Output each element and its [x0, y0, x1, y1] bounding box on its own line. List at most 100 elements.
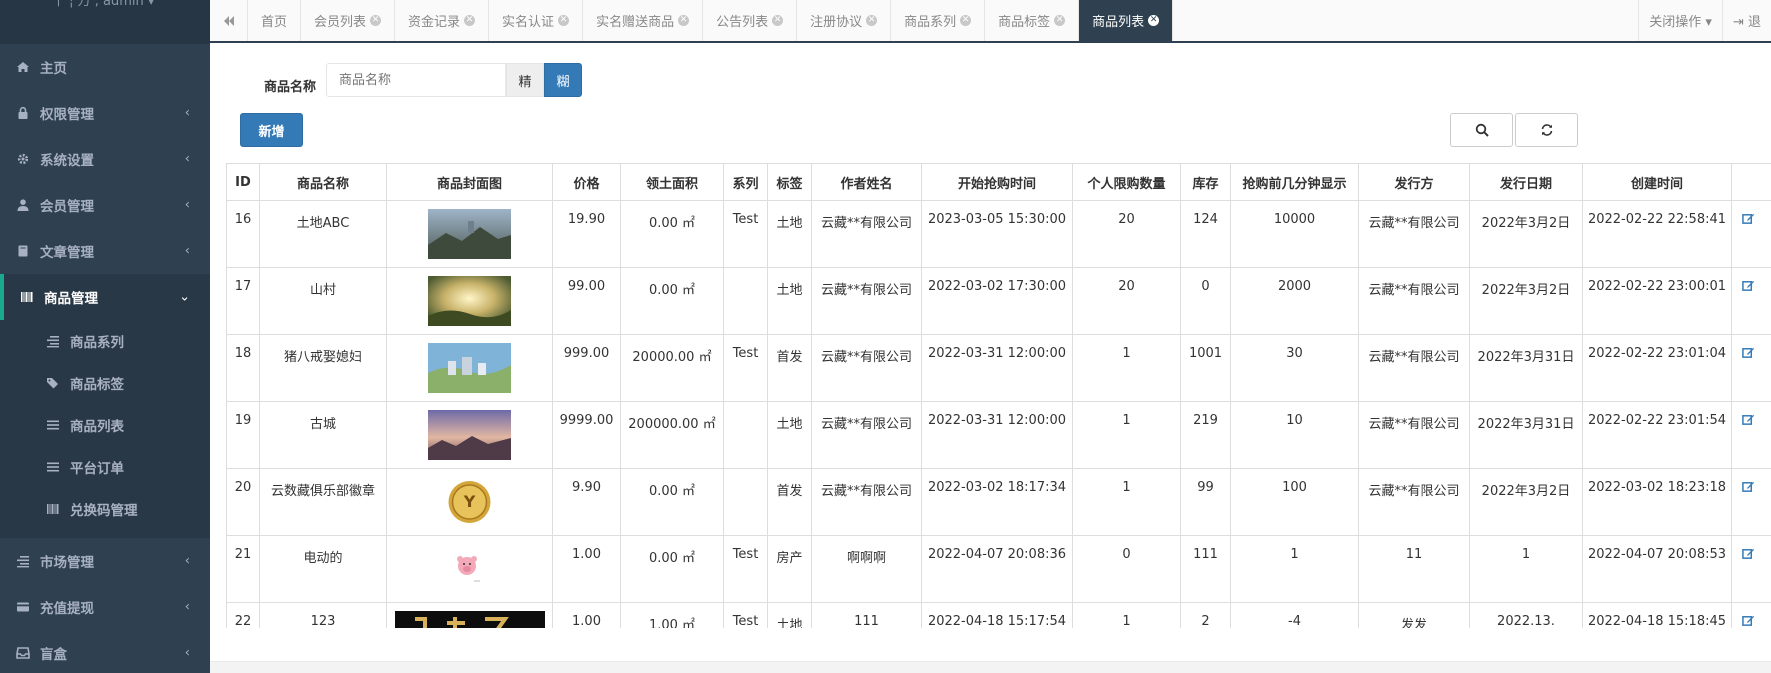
cell-tag: 土地 — [767, 267, 812, 335]
exact-match-button[interactable]: 精 — [506, 63, 545, 97]
table-row[interactable]: 20 云数藏俱乐部徽章 Y 9.90 0.00 ㎡首发 云藏**有限公司 2022-03-0… — [226, 468, 1771, 536]
city-thumb[interactable] — [428, 343, 511, 393]
edit-icon[interactable] — [1742, 481, 1755, 497]
table-row[interactable]: 17 山村 99.00 0.00 ㎡土地 云藏**有限公司 2022-03-02 17:3… — [226, 267, 1771, 335]
cell-limit: 1 — [1072, 401, 1181, 469]
tab-6[interactable]: 注册协议 ✕ — [797, 0, 892, 41]
sidebar-item-4[interactable]: 文章管理 ‹ — [0, 228, 210, 274]
cell-name: 山村 — [259, 267, 387, 335]
column-header[interactable]: ID — [226, 163, 260, 201]
cell-issue-date: 2022年3月2日 — [1469, 200, 1583, 268]
sidebar: 千 ¦ 万 , admin ▾ 主页 权限管理 ‹ 系统设置 ‹ 会员管理 ‹ … — [0, 0, 210, 673]
tab-8[interactable]: 商品标签 ✕ — [985, 0, 1080, 41]
landscape-thumb[interactable] — [428, 209, 511, 259]
column-header[interactable]: 领土面积 — [620, 163, 724, 201]
close-tab-icon[interactable]: ✕ — [960, 15, 972, 26]
tab-0[interactable]: 首页 — [248, 0, 302, 41]
cell-author: 云藏**有限公司 — [811, 200, 922, 268]
column-header[interactable]: 作者姓名 — [811, 163, 922, 201]
column-header[interactable]: 创建时间 — [1582, 163, 1732, 201]
close-tab-icon[interactable]: ✕ — [558, 15, 570, 26]
sidebar-item-1[interactable]: 权限管理 ‹ — [0, 90, 210, 136]
tab-7[interactable]: 商品系列 ✕ — [891, 0, 986, 41]
user-profile[interactable]: 千 ¦ 万 , admin ▾ — [0, 0, 210, 44]
footer-bar — [210, 661, 1771, 673]
sidebar-item-3[interactable]: 会员管理 ‹ — [0, 182, 210, 228]
close-tab-icon[interactable]: ✕ — [678, 15, 690, 26]
cell-start: 2022-03-31 12:00:00 — [921, 401, 1073, 469]
close-tab-icon[interactable]: ✕ — [464, 15, 476, 26]
edit-icon[interactable] — [1742, 615, 1755, 628]
search-button[interactable] — [1450, 113, 1513, 147]
column-header[interactable]: 操 — [1731, 163, 1771, 201]
close-tab-icon[interactable]: ✕ — [370, 15, 382, 26]
cell-area: 0.00 ㎡ — [620, 267, 724, 335]
table-row[interactable]: 16 土地ABC 19.90 0.00 ㎡ Test 土地 云藏**有限公司 2023-03-… — [226, 200, 1771, 268]
table-row[interactable]: 19 古城 9999.00 200000.00 ㎡土地 云藏**有限公司 2022-03-… — [226, 401, 1771, 469]
sidebar-bottom-item-2[interactable]: 盲盒 ‹ — [0, 630, 210, 673]
tab-1[interactable]: 会员列表 ✕ — [301, 0, 396, 41]
column-header[interactable]: 系列 — [723, 163, 768, 201]
cell-show-before: 2000 — [1230, 267, 1359, 335]
close-tab-icon[interactable]: ✕ — [772, 15, 784, 26]
sidebar-item-5[interactable]: 商品管理 ⌄ — [0, 274, 210, 320]
tab-4[interactable]: 实名赠送商品 ✕ — [583, 0, 704, 41]
close-tab-icon[interactable]: ✕ — [1054, 15, 1066, 26]
table-row[interactable]: 22 123 1.00 1.00 ㎡ Test 土地 111 2022-04-18 15:17… — [226, 602, 1771, 628]
tab-label: 商品标签 — [998, 15, 1051, 30]
column-header[interactable]: 价格 — [552, 163, 621, 201]
cover-image-cell — [386, 267, 553, 335]
column-header[interactable]: 发行方 — [1358, 163, 1470, 201]
cell-limit: 1 — [1072, 602, 1181, 628]
table-row[interactable]: 21 电动的 1.00 0.00 ㎡ Test 房产 啊啊啊 2022-04-07 20:08… — [226, 535, 1771, 603]
column-header[interactable]: 标签 — [767, 163, 812, 201]
cell-show-before: 1 — [1230, 535, 1359, 603]
dusk-thumb[interactable] — [428, 410, 511, 460]
column-header[interactable]: 商品名称 — [259, 163, 387, 201]
dark-text-thumb[interactable] — [394, 611, 545, 628]
close-tab-icon[interactable]: ✕ — [1148, 15, 1160, 26]
submenu-item-4[interactable]: 兑换码管理 — [0, 488, 210, 530]
badge-thumb[interactable]: Y — [428, 477, 511, 527]
column-header[interactable]: 发行日期 — [1469, 163, 1583, 201]
sidebar-item-0[interactable]: 主页 — [0, 44, 210, 90]
cover-image-cell — [386, 401, 553, 469]
column-header[interactable]: 商品封面图 — [386, 163, 553, 201]
table-row[interactable]: 18 猪八戒娶媳妇 999.00 20000.00 ㎡ Test 首发 云藏**有限公司 20… — [226, 334, 1771, 402]
edit-icon[interactable] — [1742, 280, 1755, 296]
cell-price: 1.00 — [552, 602, 621, 628]
close-operations-button[interactable]: 关闭操作 ▾ — [1638, 0, 1722, 41]
column-header[interactable]: 库存 — [1180, 163, 1231, 201]
tab-scroll-left-button[interactable] — [210, 0, 248, 41]
edit-icon[interactable] — [1742, 414, 1755, 430]
tab-9[interactable]: 商品列表 ✕ — [1079, 0, 1174, 41]
edit-icon[interactable] — [1742, 347, 1755, 363]
sidebar-bottom-item-1[interactable]: 充值提现 ‹ — [0, 584, 210, 630]
submenu-item-1[interactable]: 商品标签 — [0, 362, 210, 404]
sidebar-bottom-item-0[interactable]: 市场管理 ‹ — [0, 538, 210, 584]
tab-5[interactable]: 公告列表 ✕ — [703, 0, 798, 41]
cell-created: 2022-02-22 23:01:04 — [1582, 334, 1732, 402]
submenu-item-0[interactable]: 商品系列 — [0, 320, 210, 362]
goods-name-input[interactable] — [326, 63, 507, 97]
edit-icon[interactable] — [1742, 548, 1755, 564]
sidebar-item-2[interactable]: 系统设置 ‹ — [0, 136, 210, 182]
logout-button[interactable]: ⇥ 退 — [1721, 0, 1771, 41]
pig-thumb[interactable] — [428, 544, 511, 594]
cell-show-before: -4 — [1230, 602, 1359, 628]
submenu-item-3[interactable]: 平台订单 — [0, 446, 210, 488]
tab-2[interactable]: 资金记录 ✕ — [395, 0, 490, 41]
fuzzy-match-button[interactable]: 糊 — [544, 63, 583, 97]
edit-icon[interactable] — [1742, 213, 1755, 229]
add-button[interactable]: 新增 — [240, 113, 303, 147]
close-tab-icon[interactable]: ✕ — [866, 15, 878, 26]
column-header[interactable]: 开始抢购时间 — [921, 163, 1073, 201]
goods-table-wrapper[interactable]: ID 商品名称 商品封面图 价格 领土面积 系列 标签 作者姓名 开始抢购时间 个人限购数量 库存抢… — [226, 163, 1771, 628]
column-header[interactable]: 抢购前几分钟显示 — [1230, 163, 1359, 201]
sunrise-thumb[interactable] — [428, 276, 511, 326]
tab-3[interactable]: 实名认证 ✕ — [489, 0, 584, 41]
refresh-button[interactable] — [1515, 113, 1578, 147]
submenu-item-2[interactable]: 商品列表 — [0, 404, 210, 446]
cell-series — [723, 267, 768, 335]
column-header[interactable]: 个人限购数量 — [1072, 163, 1181, 201]
